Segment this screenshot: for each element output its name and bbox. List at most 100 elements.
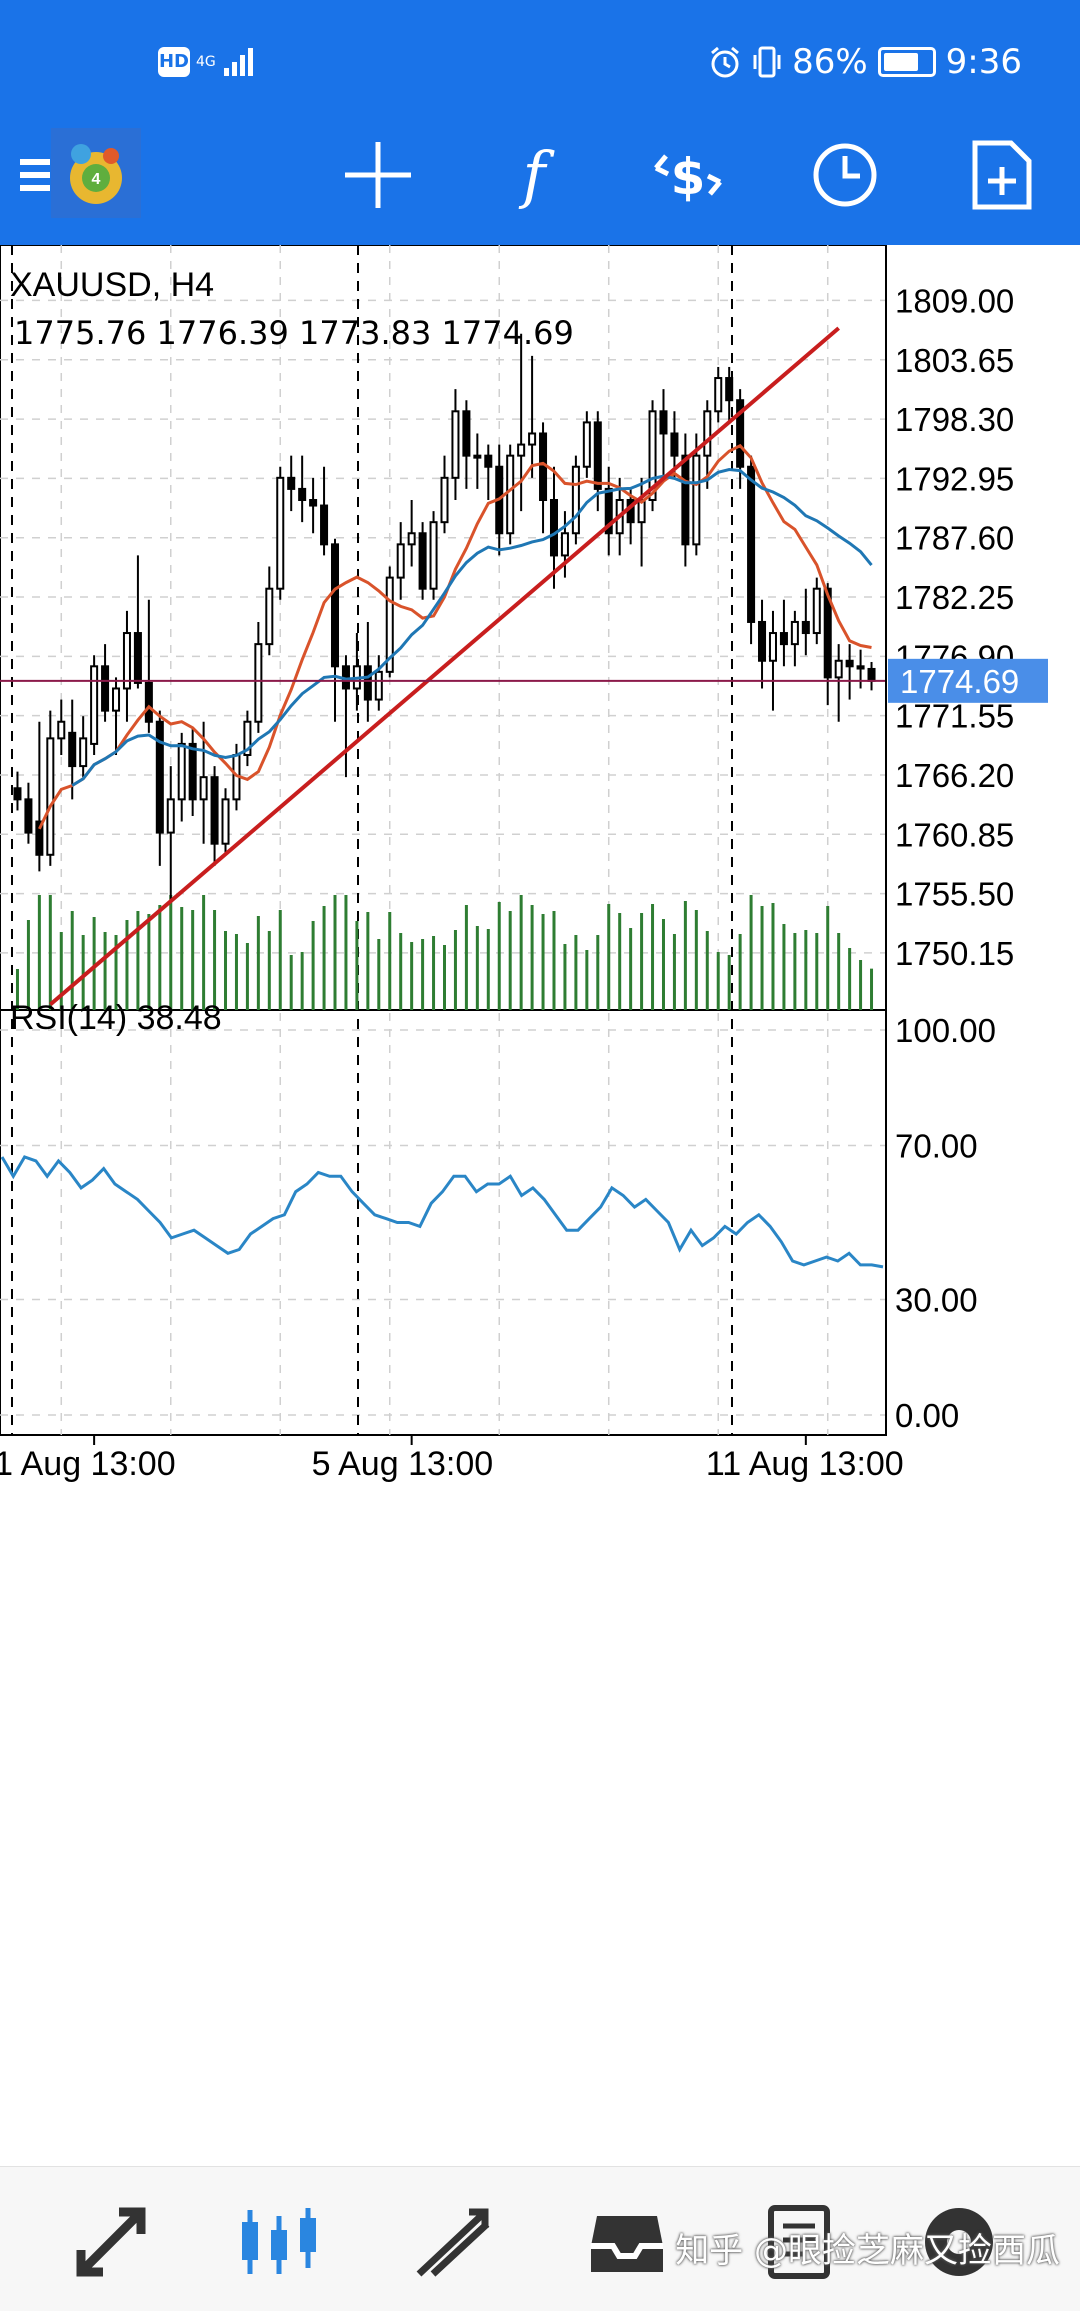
- y-tick-label: 1755.50: [895, 876, 1014, 913]
- candle-body: [396, 543, 405, 579]
- candle-body: [309, 499, 318, 507]
- candle-body: [13, 787, 22, 801]
- candle-body: [725, 377, 734, 402]
- history-clock-icon[interactable]: [805, 135, 885, 215]
- candle-body: [298, 487, 307, 501]
- candle-body: [276, 476, 285, 590]
- candle-body: [790, 620, 799, 646]
- candle-body: [101, 665, 110, 712]
- function-icon[interactable]: f: [494, 135, 574, 215]
- y-tick-label: 1750.15: [895, 935, 1014, 972]
- bottom-nav: 知乎 @眼捡芝麻又捡西瓜: [0, 2166, 1080, 2311]
- rsi-title: RSI(14) 38.48: [10, 999, 222, 1037]
- rsi-tick-label: 30.00: [895, 1282, 978, 1319]
- candle-body: [210, 776, 219, 845]
- candle-body: [758, 620, 767, 662]
- network-indicator: 4G: [196, 54, 216, 70]
- candle-body: [166, 798, 175, 834]
- candle-body: [856, 665, 865, 670]
- y-tick-label: 1766.20: [895, 757, 1014, 794]
- candle-body: [112, 687, 121, 712]
- candle-body: [144, 681, 153, 723]
- svg-text:f: f: [519, 140, 556, 210]
- candle-body: [692, 454, 701, 546]
- candle-body: [549, 499, 559, 557]
- trade-icon[interactable]: $: [648, 135, 728, 215]
- candle-body: [670, 432, 679, 457]
- candle-body: [155, 720, 164, 834]
- candle-body: [681, 454, 690, 546]
- candle-body: [703, 410, 712, 457]
- status-right: 86% 9:36: [708, 40, 1022, 84]
- inbox-icon[interactable]: [582, 2197, 672, 2287]
- candle-body: [90, 665, 99, 745]
- candle-body: [374, 670, 383, 701]
- candle-body: [57, 720, 66, 740]
- candle-body: [46, 737, 55, 856]
- candle-body: [867, 667, 876, 682]
- crosshair-icon[interactable]: [338, 135, 418, 215]
- candle-body: [418, 532, 427, 590]
- candle-body: [330, 543, 340, 668]
- candle-body: [812, 587, 821, 635]
- candle-body: [79, 737, 88, 768]
- candle-body: [747, 465, 756, 623]
- y-tick-label: 1771.55: [895, 698, 1014, 735]
- candle-body: [659, 410, 668, 435]
- ma-fast-line: [38, 443, 872, 830]
- status-left: HD 4G: [158, 40, 258, 84]
- ohlc-readout: 1775.76 1776.39 1773.83 1774.69: [14, 314, 574, 352]
- candle-body: [320, 504, 329, 546]
- new-document-icon[interactable]: [962, 135, 1042, 215]
- candle-body: [407, 532, 416, 546]
- candle-body: [462, 410, 471, 457]
- chart-area[interactable]: 1809.00 1803.65 1798.30 1792.95 1787.60 1782.…: [0, 245, 1080, 2166]
- candle-body: [363, 665, 372, 701]
- candle-body: [484, 454, 493, 468]
- candle-body: [177, 742, 186, 801]
- candle-body: [24, 798, 33, 834]
- rsi-tick-label: 100.00: [895, 1012, 996, 1049]
- rsi-tick-label: 70.00: [895, 1128, 978, 1165]
- chart-icon[interactable]: [234, 2197, 324, 2287]
- price-tag-label: 1774.69: [900, 663, 1019, 700]
- candle-body: [768, 632, 777, 662]
- signal-icon: [223, 48, 253, 76]
- trade-icon[interactable]: [408, 2197, 498, 2287]
- rsi-tick-label: 0.00: [895, 1397, 959, 1434]
- y-tick-label: 1798.30: [895, 401, 1014, 438]
- vibrate-icon: [753, 46, 781, 78]
- y-tick-label: 1809.00: [895, 282, 1014, 319]
- x-tick-label: 5 Aug 13:00: [312, 1445, 494, 1483]
- battery-percent: 86%: [792, 42, 868, 82]
- trendline: [49, 326, 840, 1006]
- y-tick-label: 1760.85: [895, 816, 1014, 853]
- y-tick-label: 1792.95: [895, 460, 1014, 497]
- y-tick-label: 1787.60: [895, 520, 1014, 557]
- quotes-icon[interactable]: [66, 2197, 156, 2287]
- x-tick-label: 11 Aug 13:00: [706, 1445, 904, 1483]
- candle-body: [133, 632, 142, 684]
- battery-fill: [883, 53, 919, 71]
- candle-body: [834, 659, 843, 679]
- candle-body: [845, 659, 854, 668]
- clock: 9:36: [945, 42, 1022, 82]
- candle-body: [517, 443, 526, 457]
- candle-body: [528, 432, 537, 446]
- candle-body: [188, 742, 197, 801]
- chart-title: XAUUSD, H4: [10, 266, 214, 304]
- y-tick-label: 1782.25: [895, 579, 1014, 616]
- candle-body: [199, 776, 208, 801]
- rsi-line: [0, 1155, 884, 1269]
- svg-text:$: $: [671, 148, 706, 206]
- candle-body: [473, 454, 482, 459]
- metatrader-logo[interactable]: 4: [48, 125, 144, 221]
- candle-body: [714, 377, 723, 413]
- candle-body: [265, 587, 274, 646]
- candle-body: [429, 521, 438, 590]
- candle-body: [779, 632, 788, 646]
- candle-body: [440, 476, 449, 524]
- top-bar: HD 4G 86% 9:36 4 f $: [0, 0, 1080, 245]
- candle-body: [801, 620, 810, 635]
- candle-body: [68, 731, 77, 768]
